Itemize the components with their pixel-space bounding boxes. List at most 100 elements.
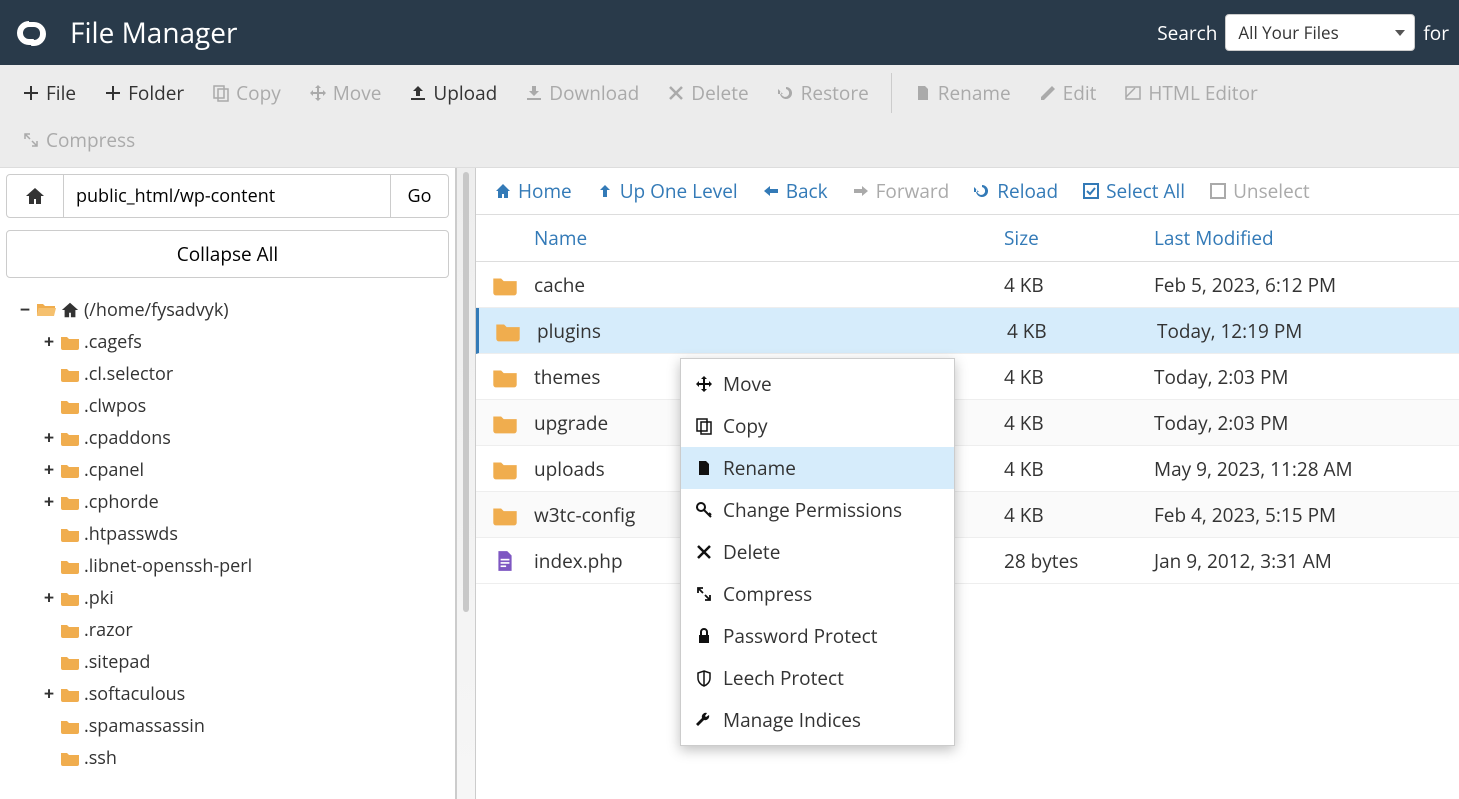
app-title: File Manager	[70, 14, 237, 52]
tree-item[interactable]: .htpasswds	[42, 518, 455, 550]
go-button[interactable]: Go	[391, 174, 449, 218]
toolbar-download[interactable]: Download	[513, 74, 651, 112]
tree-item[interactable]: .spamassassin	[42, 710, 455, 742]
tree-item[interactable]: .sitepad	[42, 646, 455, 678]
toolbar-move[interactable]: Move	[297, 74, 394, 112]
expand-icon[interactable]: +	[42, 426, 56, 450]
search-label: Search	[1157, 20, 1217, 46]
toolbar-copy[interactable]: Copy	[200, 74, 293, 112]
nav-reload[interactable]: Reload	[973, 178, 1058, 204]
file-row[interactable]: themes4 KBToday, 2:03 PM	[476, 354, 1459, 400]
tree-item[interactable]: +.cphorde	[42, 486, 455, 518]
app-header: File Manager Search All Your Files for	[0, 0, 1459, 65]
ctx-manage-indices[interactable]: Manage Indices	[681, 699, 954, 741]
expand-icon[interactable]: +	[42, 490, 56, 514]
toolbar-upload[interactable]: Upload	[397, 74, 509, 112]
folder-icon	[60, 430, 80, 446]
shield-icon	[695, 669, 713, 687]
tree-item-label: .pki	[84, 586, 114, 610]
tree-item-label: .cpaddons	[84, 426, 171, 450]
home-icon	[24, 186, 46, 206]
tree-item-label: .sitepad	[84, 650, 150, 674]
splitter[interactable]	[456, 168, 476, 799]
col-size[interactable]: Size	[1004, 225, 1154, 251]
collapse-icon[interactable]: −	[18, 298, 32, 322]
folder-icon	[60, 494, 80, 510]
expand-icon[interactable]: +	[42, 330, 56, 354]
path-input[interactable]	[64, 174, 391, 218]
tree-root[interactable]: − (/home/fysadvyk)	[18, 294, 455, 326]
folder-icon	[492, 366, 518, 388]
tree-item-label: .cl.selector	[84, 362, 173, 386]
download-icon	[525, 84, 543, 102]
file-row[interactable]: uploads4 KBMay 9, 2023, 11:28 AM	[476, 446, 1459, 492]
home-button[interactable]	[6, 174, 64, 218]
col-modified[interactable]: Last Modified	[1154, 225, 1459, 251]
nav-select-all[interactable]: Select All	[1082, 178, 1185, 204]
tree-item[interactable]: + .pki	[42, 582, 455, 614]
tree-item[interactable]: +.softaculous	[42, 678, 455, 710]
ctx-change-permissions[interactable]: Change Permissions	[681, 489, 954, 531]
toolbar-compress[interactable]: Compress	[10, 121, 147, 159]
toolbar-rename[interactable]: Rename	[902, 74, 1023, 112]
select-all-icon	[1082, 182, 1100, 200]
file-modified: May 9, 2023, 11:28 AM	[1154, 456, 1459, 482]
tree-item[interactable]: .clwpos	[42, 390, 455, 422]
toolbar-edit[interactable]: Edit	[1027, 74, 1109, 112]
tree-item[interactable]: .razor	[42, 614, 455, 646]
file-row[interactable]: index.php28 bytesJan 9, 2012, 3:31 AM	[476, 538, 1459, 584]
col-name[interactable]: Name	[534, 225, 1004, 251]
file-modified: Today, 12:19 PM	[1157, 318, 1459, 344]
folder-icon	[60, 718, 80, 734]
nav-row: Home Up One Level Back Forward Reload Se…	[476, 168, 1459, 215]
ctx-move[interactable]: Move	[681, 363, 954, 405]
file-icon	[914, 84, 932, 102]
folder-icon	[60, 462, 80, 478]
folder-icon	[60, 686, 80, 702]
toolbar-restore[interactable]: Restore	[765, 74, 881, 112]
tree-item[interactable]: .libnet-openssh-perl	[42, 550, 455, 582]
ctx-copy[interactable]: Copy	[681, 405, 954, 447]
file-modified: Today, 2:03 PM	[1154, 364, 1459, 390]
ctx-password-protect[interactable]: Password Protect	[681, 615, 954, 657]
expand-icon[interactable]: +	[42, 458, 56, 482]
up-icon	[596, 182, 614, 200]
tree-item[interactable]: + .cpaddons	[42, 422, 455, 454]
toolbar-folder[interactable]: Folder	[92, 74, 196, 112]
unselect-icon	[1209, 182, 1227, 200]
ctx-rename[interactable]: Rename	[681, 447, 954, 489]
tree-item[interactable]: +.cagefs	[42, 326, 455, 358]
file-size: 28 bytes	[1004, 548, 1154, 574]
nav-back[interactable]: Back	[762, 178, 828, 204]
file-row[interactable]: w3tc-config4 KBFeb 4, 2023, 5:15 PM	[476, 492, 1459, 538]
ctx-compress[interactable]: Compress	[681, 573, 954, 615]
tree-item[interactable]: .ssh	[42, 742, 455, 774]
plus-icon	[22, 84, 40, 102]
toolbar-file[interactable]: File	[10, 74, 88, 112]
move-icon	[309, 84, 327, 102]
delete-icon	[667, 84, 685, 102]
folder-icon	[60, 654, 80, 670]
file-row[interactable]: cache4 KBFeb 5, 2023, 6:12 PM	[476, 262, 1459, 308]
main-toolbar: File Folder Copy Move Upload Download De…	[0, 65, 1459, 168]
expand-icon[interactable]: +	[42, 682, 56, 706]
tree-item[interactable]: .cl.selector	[42, 358, 455, 390]
ctx-delete[interactable]: Delete	[681, 531, 954, 573]
toolbar-html-editor[interactable]: HTML Editor	[1112, 74, 1269, 112]
copy-icon	[212, 84, 230, 102]
search-scope-select[interactable]: All Your Files	[1225, 14, 1415, 51]
file-row[interactable]: plugins4 KBToday, 12:19 PM	[476, 308, 1459, 354]
home-icon	[60, 301, 80, 319]
collapse-all-button[interactable]: Collapse All	[6, 230, 449, 278]
tree-item[interactable]: +.cpanel	[42, 454, 455, 486]
ctx-leech-protect[interactable]: Leech Protect	[681, 657, 954, 699]
folder-open-icon	[36, 302, 56, 318]
toolbar-delete[interactable]: Delete	[655, 74, 760, 112]
expand-icon[interactable]: +	[42, 586, 56, 610]
folder-icon	[60, 334, 80, 350]
file-row[interactable]: upgrade4 KBToday, 2:03 PM	[476, 400, 1459, 446]
nav-home[interactable]: Home	[494, 178, 572, 204]
nav-up[interactable]: Up One Level	[596, 178, 738, 204]
nav-forward[interactable]: Forward	[852, 178, 950, 204]
nav-unselect[interactable]: Unselect	[1209, 178, 1310, 204]
